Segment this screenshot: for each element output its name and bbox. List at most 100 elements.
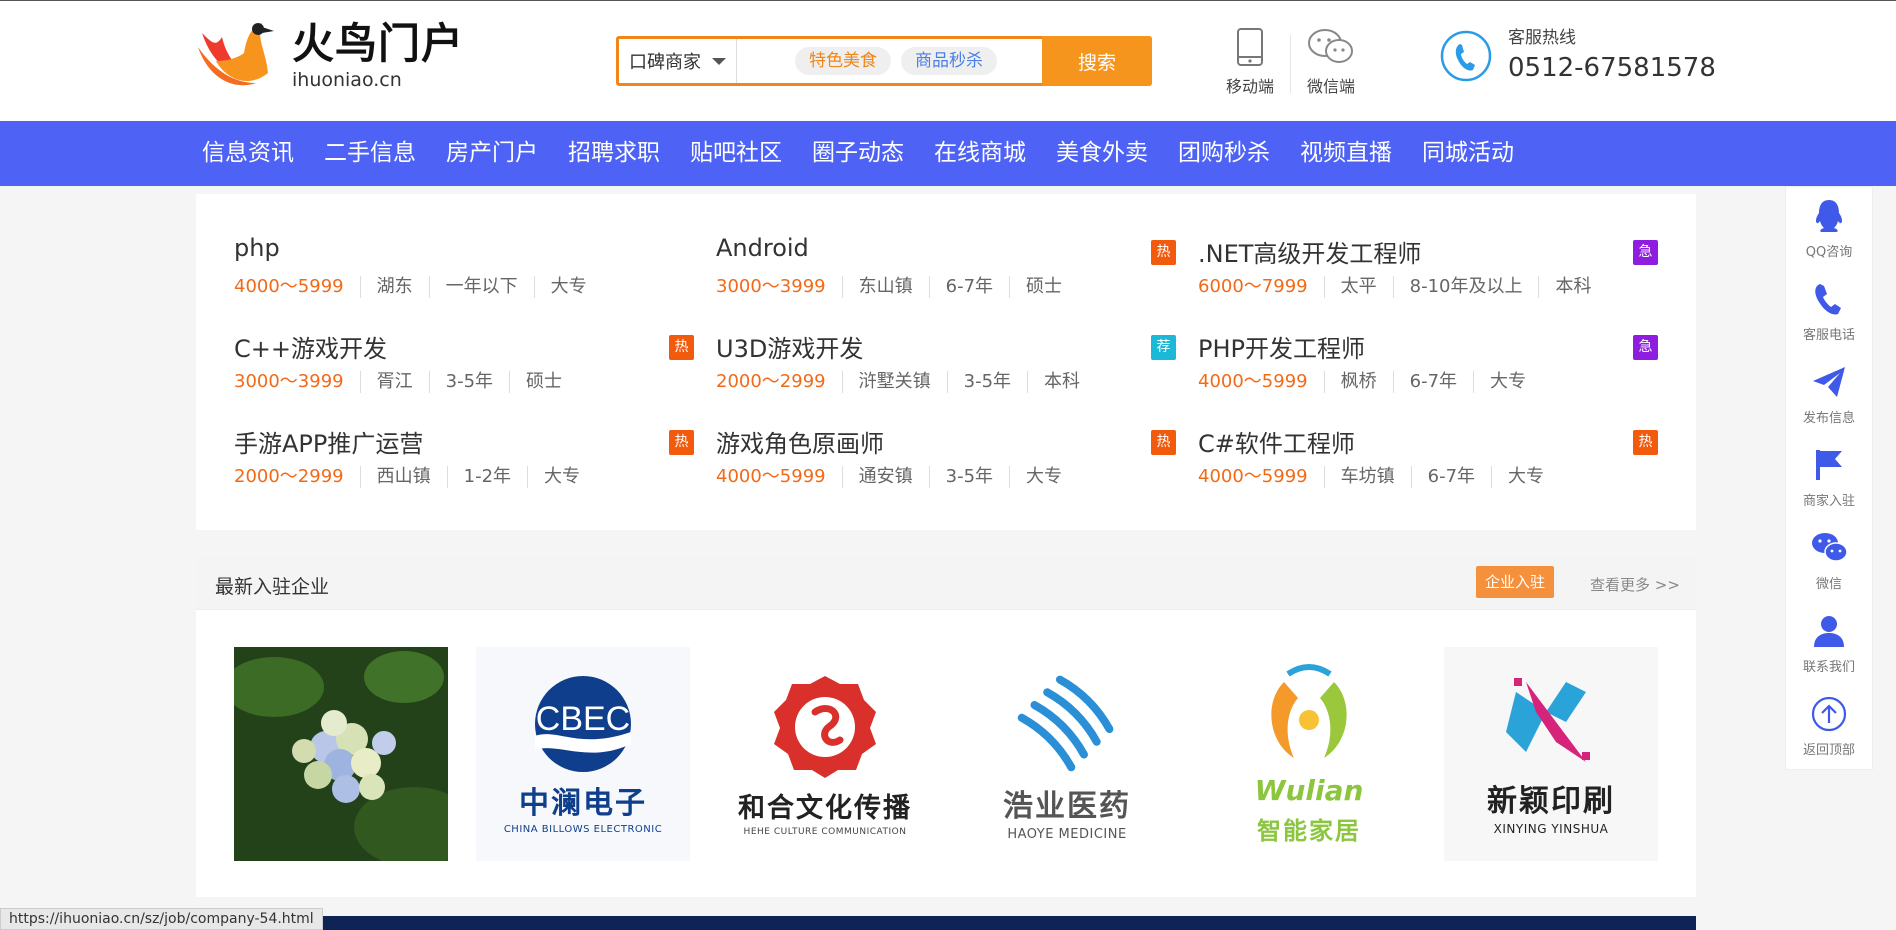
nav-item-jobs[interactable]: 招聘求职: [568, 121, 660, 186]
nav-item-mall[interactable]: 在线商城: [934, 121, 1026, 186]
main-nav: 信息资讯 二手信息 房产门户 招聘求职 贴吧社区 圈子动态 在线商城 美食外卖 …: [0, 121, 1896, 186]
search-category-select[interactable]: 口碑商家: [619, 39, 737, 83]
job-title: .NET高级开发工程师: [1198, 240, 1422, 268]
search-button[interactable]: 搜索: [1042, 36, 1152, 86]
job-location: 枫桥: [1323, 371, 1393, 393]
cbec-logo-icon: CBEC: [535, 675, 631, 772]
rail-item-wechat[interactable]: 微信: [1786, 519, 1872, 602]
search-input[interactable]: [737, 39, 795, 83]
job-experience: 6-7年: [928, 276, 1009, 298]
job-education: 大专: [1473, 371, 1542, 393]
bird-logo-icon: [198, 23, 274, 86]
hotline-number[interactable]: 0512-67581578: [1508, 51, 1716, 85]
rail-label: 发布信息: [1802, 411, 1855, 426]
nav-item-secondhand[interactable]: 二手信息: [324, 121, 416, 186]
job-salary: 2000～2999: [716, 371, 826, 392]
mobile-label: 移动端: [1225, 77, 1274, 96]
job-card[interactable]: php 4000～5999 湖东 一年以下 大专: [234, 226, 694, 306]
job-salary: 2000～2999: [234, 466, 344, 487]
company-section: 最新入驻企业 企业入驻 查看更多 >> CBEC 中澜电子 CHINA BILL…: [196, 557, 1696, 897]
job-card[interactable]: PHP开发工程师 急 4000～5999 枫桥 6-7年 大专: [1198, 321, 1658, 401]
job-salary: 4000～5999: [1198, 466, 1308, 487]
job-experience: 3-5年: [928, 466, 1009, 488]
company-logo-card[interactable]: [234, 647, 448, 861]
job-card[interactable]: U3D游戏开发 荐 2000～2999 浒墅关镇 3-5年 本科: [716, 321, 1176, 401]
view-more-link[interactable]: 查看更多 >>: [1590, 574, 1680, 595]
job-card[interactable]: 游戏角色原画师 热 4000～5999 通安镇 3-5年 大专: [716, 416, 1176, 496]
status-bar-url: https://ihuoniao.cn/sz/job/company-54.ht…: [0, 908, 323, 930]
job-experience: 8-10年及以上: [1392, 276, 1539, 298]
phone-icon: [1440, 30, 1492, 82]
job-education: 硕士: [1009, 276, 1078, 298]
nav-item-events[interactable]: 同城活动: [1422, 121, 1514, 186]
hot-search-chip[interactable]: 特色美食: [795, 47, 891, 75]
job-experience: 6-7年: [1392, 371, 1473, 393]
job-card[interactable]: C#软件工程师 热 4000～5999 车坊镇 6-7年 大专: [1198, 416, 1658, 496]
rail-item-post[interactable]: 发布信息: [1786, 353, 1872, 436]
wechat-link[interactable]: 微信端: [1296, 27, 1366, 97]
company-name-en: HAOYE MEDICINE: [1007, 826, 1127, 842]
job-location: 通安镇: [841, 466, 929, 488]
job-tag-badge: 热: [1151, 430, 1176, 455]
rail-item-contact[interactable]: 联系我们: [1786, 602, 1872, 685]
xinying-logo-icon: [1506, 678, 1590, 762]
nav-item-forum[interactable]: 贴吧社区: [690, 121, 782, 186]
job-salary: 4000～5999: [1198, 371, 1308, 392]
qq-icon: [1815, 200, 1843, 232]
job-meta: 6000～7999 太平 8-10年及以上 本科: [1198, 276, 1607, 298]
job-tag-badge: 热: [1151, 240, 1176, 265]
job-education: 大专: [533, 276, 603, 298]
company-join-button[interactable]: 企业入驻: [1476, 566, 1554, 598]
phone-icon: [1815, 284, 1841, 315]
job-title: C#软件工程师: [1198, 430, 1355, 458]
company-name-en: Wulian: [1254, 774, 1364, 807]
job-card[interactable]: 手游APP推广运营 热 2000～2999 西山镇 1-2年 大专: [234, 416, 694, 496]
nav-item-news[interactable]: 信息资讯: [202, 121, 294, 186]
job-salary: 3000～3999: [716, 276, 826, 297]
job-card[interactable]: Android 热 3000～3999 东山镇 6-7年 硕士: [716, 226, 1176, 306]
company-name-en: CHINA BILLOWS ELECTRONIC: [503, 823, 663, 835]
rail-item-phone[interactable]: 客服电话: [1786, 270, 1872, 353]
caret-down-icon: [712, 58, 726, 65]
hehe-logo-icon: [774, 675, 876, 778]
job-tag-badge: 热: [669, 430, 694, 455]
rail-label: 联系我们: [1802, 660, 1855, 675]
wechat-icon: [1812, 533, 1848, 562]
job-title: PHP开发工程师: [1198, 335, 1365, 363]
job-meta: 4000～5999 车坊镇 6-7年 大专: [1198, 466, 1560, 488]
rail-item-top[interactable]: 返回顶部: [1786, 685, 1872, 768]
nav-item-group-buy[interactable]: 团购秒杀: [1178, 121, 1270, 186]
nav-item-food[interactable]: 美食外卖: [1056, 121, 1148, 186]
job-education: 大专: [1491, 466, 1560, 488]
search-category-value: 口碑商家: [629, 52, 701, 73]
company-logo-card[interactable]: CBEC 中澜电子 CHINA BILLOWS ELECTRONIC: [476, 647, 690, 861]
job-salary: 4000～5999: [716, 466, 826, 487]
rail-item-merchant[interactable]: 商家入驻: [1786, 436, 1872, 519]
job-meta: 4000～5999 通安镇 3-5年 大专: [716, 466, 1078, 488]
mobile-link[interactable]: 移动端: [1215, 27, 1285, 97]
company-logo-card[interactable]: 浩业医药 HAOYE MEDICINE: [960, 647, 1174, 861]
job-tag-badge: 荐: [1151, 335, 1176, 360]
nav-item-house[interactable]: 房产门户: [446, 121, 538, 186]
logo-domain: ihuoniao.cn: [292, 69, 402, 91]
hot-search-chip[interactable]: 商品秒杀: [901, 47, 997, 75]
job-experience: 3-5年: [946, 371, 1027, 393]
company-name-cn: 中澜电子: [519, 785, 647, 821]
right-toolbar: QQ咨询 客服电话 发布信息 商家入驻 微信 联系我们 返回顶部: [1785, 186, 1873, 770]
hotline: 客服热线 0512-67581578: [1440, 27, 1716, 85]
job-card[interactable]: .NET高级开发工程师 急 6000～7999 太平 8-10年及以上 本科: [1198, 226, 1658, 306]
company-name-cn: 新颖印刷: [1487, 784, 1615, 819]
wulian-logo-icon: [1271, 664, 1347, 758]
rail-item-qq[interactable]: QQ咨询: [1786, 187, 1872, 270]
job-title: C++游戏开发: [234, 335, 387, 363]
rail-label: 微信: [1815, 577, 1842, 592]
nav-item-video[interactable]: 视频直播: [1300, 121, 1392, 186]
company-logo-card[interactable]: 和合文化传播 HEHE CULTURE COMMUNICATION: [718, 647, 932, 861]
nav-item-circle[interactable]: 圈子动态: [812, 121, 904, 186]
site-logo[interactable]: 火鸟门户 ihuoniao.cn: [196, 17, 464, 93]
job-education: 大专: [1009, 466, 1078, 488]
company-logo-card[interactable]: 新颖印刷 XINYING YINSHUA: [1444, 647, 1658, 861]
job-card[interactable]: C++游戏开发 热 3000～3999 胥江 3-5年 硕士: [234, 321, 694, 401]
job-title: U3D游戏开发: [716, 335, 864, 363]
company-logo-card[interactable]: Wulian 智能家居: [1202, 647, 1416, 861]
